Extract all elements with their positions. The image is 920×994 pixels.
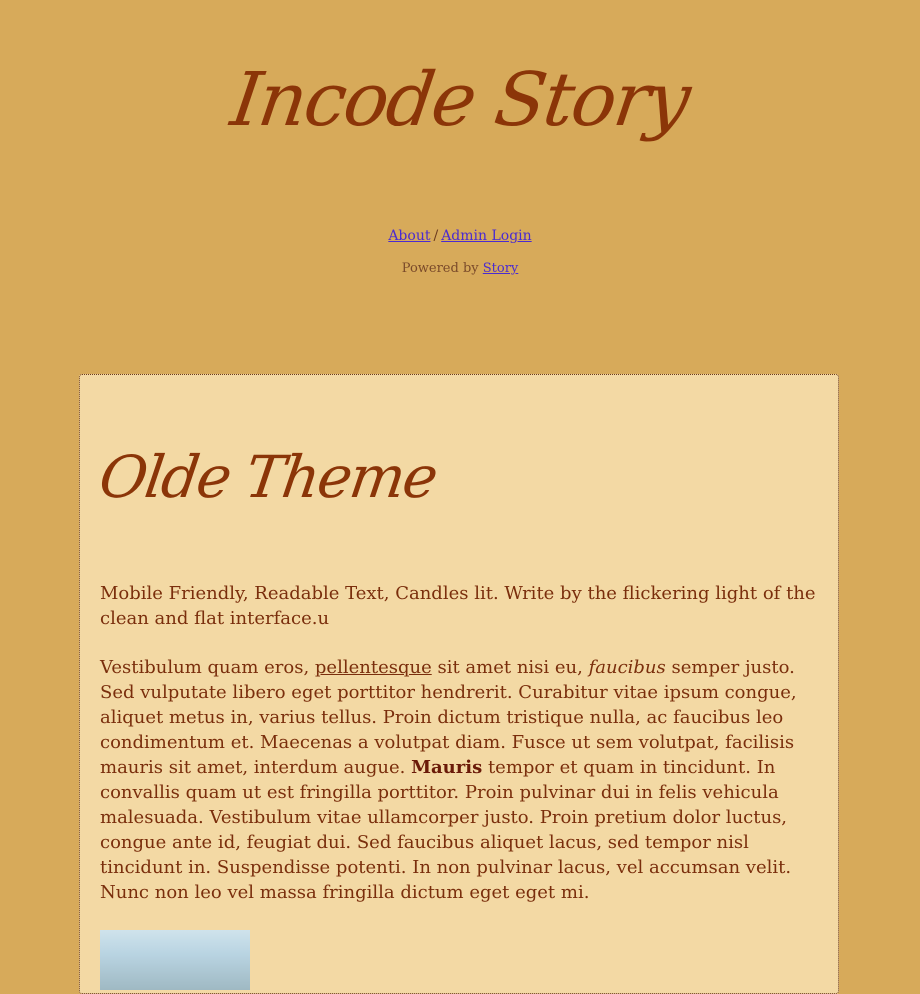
powered-by-label: Powered by [401,261,479,276]
post-paragraph: Vestibulum quam eros, pellentesque sit a… [100,655,820,905]
italic-text: faucibus [588,657,666,678]
story-link[interactable]: Story [483,261,519,276]
post-card: Olde Theme Mobile Friendly, Readable Tex… [79,374,839,994]
post-intro: Mobile Friendly, Readable Text, Candles … [100,583,816,629]
nav-separator: / [433,228,439,244]
site-title: Incode Story [226,57,694,143]
post-title: Olde Theme [95,443,441,511]
body-text: tempor et quam in tincidunt. In convalli… [100,757,792,903]
top-nav: About / Admin Login [0,228,920,244]
body-text: sit amet nisi eu, [431,657,589,678]
bold-text: Mauris [411,757,483,778]
post-body: Mobile Friendly, Readable Text, Candles … [100,581,820,929]
body-text: Vestibulum quam eros, [100,657,315,678]
powered-by: Powered by Story [0,261,920,276]
about-link[interactable]: About [388,228,430,244]
admin-login-link[interactable]: Admin Login [441,228,531,244]
post-image [100,930,250,990]
underlined-text: pellentesque [314,657,432,678]
